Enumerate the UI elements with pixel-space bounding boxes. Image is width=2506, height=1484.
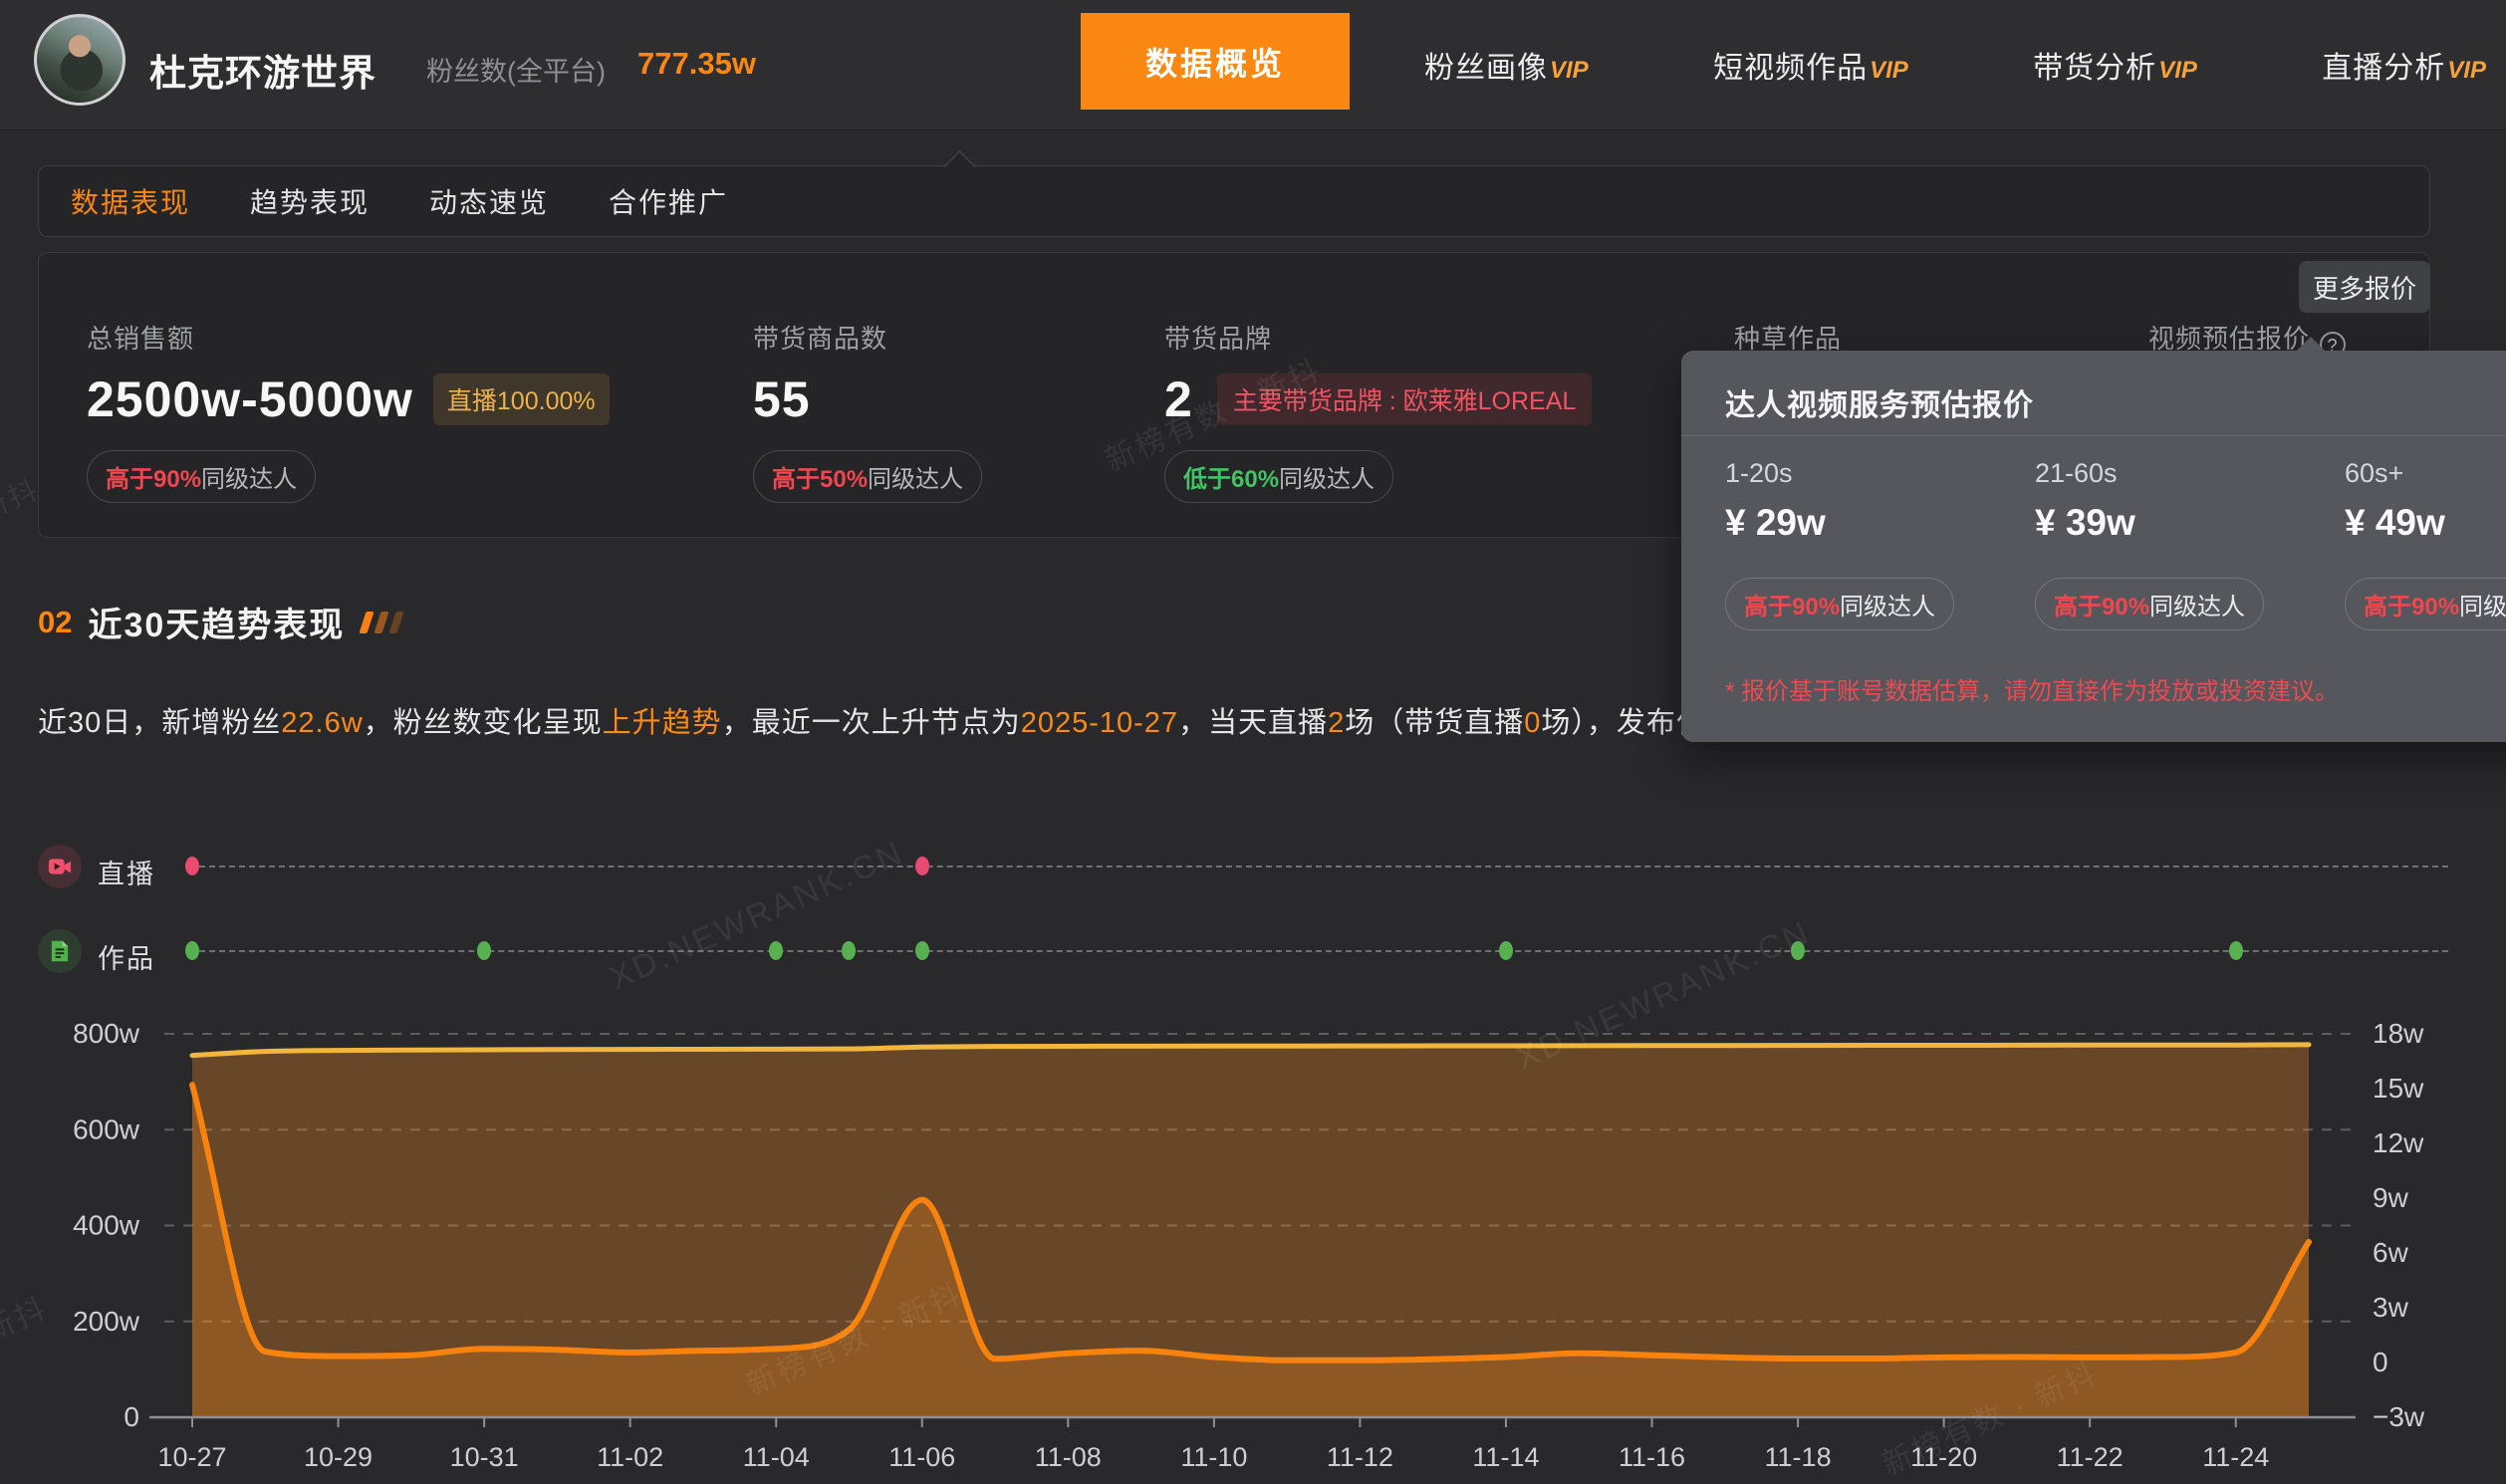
event-dot[interactable]	[185, 857, 199, 875]
top-header: 杜克环游世界 粉丝数(全平台) 777.35w 数据概览 粉丝画像VIP 短视频…	[0, 0, 2506, 130]
nav-tab-live-analysis[interactable]: 直播分析VIP	[2322, 43, 2486, 87]
vip-badge: VIP	[2158, 57, 2197, 84]
event-dot[interactable]	[915, 941, 929, 960]
stat-value: 55	[753, 371, 811, 428]
section-index: 02	[38, 605, 72, 640]
top-nav: 粉丝画像VIP 短视频作品VIP 带货分析VIP 直播分析VIP	[1424, 0, 2486, 129]
price-value: ¥ 39w	[2035, 502, 2135, 544]
x-axis-label: 10-31	[450, 1442, 519, 1472]
peer-compare-pill: 高于90%同级达人	[1725, 578, 1954, 630]
sub-tabbar: 数据表现 趋势表现 动态速览 合作推广	[38, 165, 2430, 237]
x-axis-label: 11-08	[1035, 1442, 1102, 1472]
nav-tab-ecommerce-analysis[interactable]: 带货分析VIP	[2033, 43, 2197, 87]
x-axis-label: 11-18	[1765, 1442, 1832, 1472]
vip-badge: VIP	[1870, 57, 1908, 84]
x-axis-label: 11-14	[1472, 1442, 1539, 1472]
right-axis-label: 9w	[2373, 1182, 2409, 1213]
stat-label: 带货品牌	[1164, 319, 1272, 356]
x-axis-label: 11-20	[1910, 1442, 1977, 1472]
event-dot[interactable]	[769, 941, 783, 960]
right-axis-label: 15w	[2373, 1073, 2424, 1104]
peer-compare-pill: 低于60%同级达人	[1164, 450, 1393, 503]
event-dot[interactable]	[1499, 941, 1513, 960]
event-dot[interactable]	[2229, 941, 2243, 960]
live-event-track	[189, 866, 2448, 867]
analytics-dashboard: 杜克环游世界 粉丝数(全平台) 777.35w 数据概览 粉丝画像VIP 短视频…	[0, 0, 2506, 1484]
event-dot[interactable]	[915, 857, 929, 875]
tooltip-divider	[1681, 435, 2506, 436]
works-icon	[38, 929, 82, 973]
section-decor-slashes	[363, 612, 400, 633]
vip-badge: VIP	[1550, 57, 1589, 84]
live-icon	[38, 845, 82, 888]
price-value: ¥ 29w	[1725, 502, 1826, 544]
section-header: 02 近30天趋势表现	[38, 598, 400, 646]
tab-trend-performance[interactable]: 趋势表现	[250, 181, 370, 221]
watermark: XD.NEWRANK.CN	[604, 834, 909, 998]
left-axis-label: 800w	[73, 1018, 140, 1049]
nav-tab-short-video[interactable]: 短视频作品VIP	[1713, 43, 1908, 87]
main-brand-badge: 主要带货品牌 : 欧莱雅LOREAL	[1217, 373, 1593, 425]
price-value: ¥ 49w	[2345, 502, 2445, 544]
account-avatar[interactable]	[34, 14, 125, 106]
vip-badge: VIP	[2447, 57, 2486, 84]
video-quote-tooltip: 达人视频服务预估报价 1-20s ¥ 29w 高于90%同级达人 21-60s …	[1681, 351, 2506, 742]
stat-value: 2	[1164, 371, 1193, 428]
fans-count-value: 777.35w	[637, 46, 756, 82]
left-axis-label: 200w	[73, 1306, 140, 1337]
right-axis-label: 12w	[2373, 1127, 2424, 1158]
x-axis-label: 11-02	[597, 1442, 663, 1472]
left-axis-label: 400w	[73, 1210, 140, 1241]
tab-data-performance[interactable]: 数据表现	[71, 181, 190, 221]
trend-summary-text: 近30日，新增粉丝22.6w，粉丝数变化呈现上升趋势，最近一次上升节点为2025…	[38, 699, 1651, 741]
live-share-badge: 直播100.00%	[433, 373, 610, 425]
stat-value: 2500w-5000w	[87, 371, 413, 428]
x-axis-label: 10-27	[157, 1442, 226, 1472]
peer-compare-pill: 高于90%同级达人	[2035, 578, 2264, 630]
peer-compare-pill: 高于50%同级达人	[753, 450, 982, 503]
account-name: 杜克环游世界	[149, 43, 376, 97]
x-axis-label: 11-16	[1619, 1442, 1685, 1472]
more-quotes-button[interactable]: 更多报价	[2299, 261, 2430, 313]
x-axis-label: 11-22	[2057, 1442, 2124, 1472]
duration-label: 21-60s	[2035, 458, 2118, 489]
x-axis-label: 11-04	[743, 1442, 810, 1472]
left-axis-label: 0	[124, 1401, 139, 1432]
peer-compare-pill: 高于90%同级达人	[2345, 578, 2506, 630]
tooltip-title: 达人视频服务预估报价	[1725, 380, 2034, 424]
tab-cooperation-promo[interactable]: 合作推广	[609, 181, 728, 221]
nav-tab-data-overview[interactable]: 数据概览	[1081, 13, 1350, 110]
section-title: 近30天趋势表现	[88, 598, 345, 646]
x-axis-label: 11-10	[1180, 1442, 1247, 1472]
x-axis-label: 11-24	[2202, 1442, 2269, 1472]
works-event-track	[189, 950, 2448, 952]
x-axis-label: 11-06	[888, 1442, 955, 1472]
event-dot[interactable]	[842, 941, 856, 960]
left-axis-label: 600w	[73, 1113, 140, 1144]
stat-label: 带货商品数	[753, 319, 887, 356]
live-legend-label: 直播	[98, 853, 155, 891]
quote-disclaimer: * 报价基于账号数据估算，请勿直接作为投放或投资建议。	[1725, 671, 2339, 706]
x-axis-label: 10-29	[304, 1442, 373, 1472]
right-axis-label: −3w	[2373, 1401, 2425, 1432]
fans-count-label: 粉丝数(全平台)	[426, 50, 606, 89]
peer-compare-pill: 高于90%同级达人	[87, 450, 316, 503]
right-axis-label: 3w	[2373, 1292, 2409, 1323]
event-dot[interactable]	[477, 941, 491, 960]
duration-label: 1-20s	[1725, 458, 1793, 489]
event-dot[interactable]	[1791, 941, 1805, 960]
event-dot[interactable]	[185, 941, 199, 960]
trend-chart[interactable]: 10-27 10-29 10-31 11-02 11-04 11-06 11-08 11-10…	[0, 1016, 2506, 1484]
works-legend-label: 作品	[98, 937, 155, 976]
duration-label: 60s+	[2345, 458, 2403, 489]
right-axis-label: 18w	[2373, 1018, 2424, 1049]
stat-label: 总销售额	[87, 319, 194, 356]
right-axis-label: 0	[2373, 1347, 2388, 1377]
right-axis-label: 6w	[2373, 1237, 2409, 1268]
tab-dynamic-overview[interactable]: 动态速览	[429, 181, 549, 221]
nav-tab-fan-portrait[interactable]: 粉丝画像VIP	[1424, 43, 1589, 87]
x-axis-label: 11-12	[1327, 1442, 1393, 1472]
